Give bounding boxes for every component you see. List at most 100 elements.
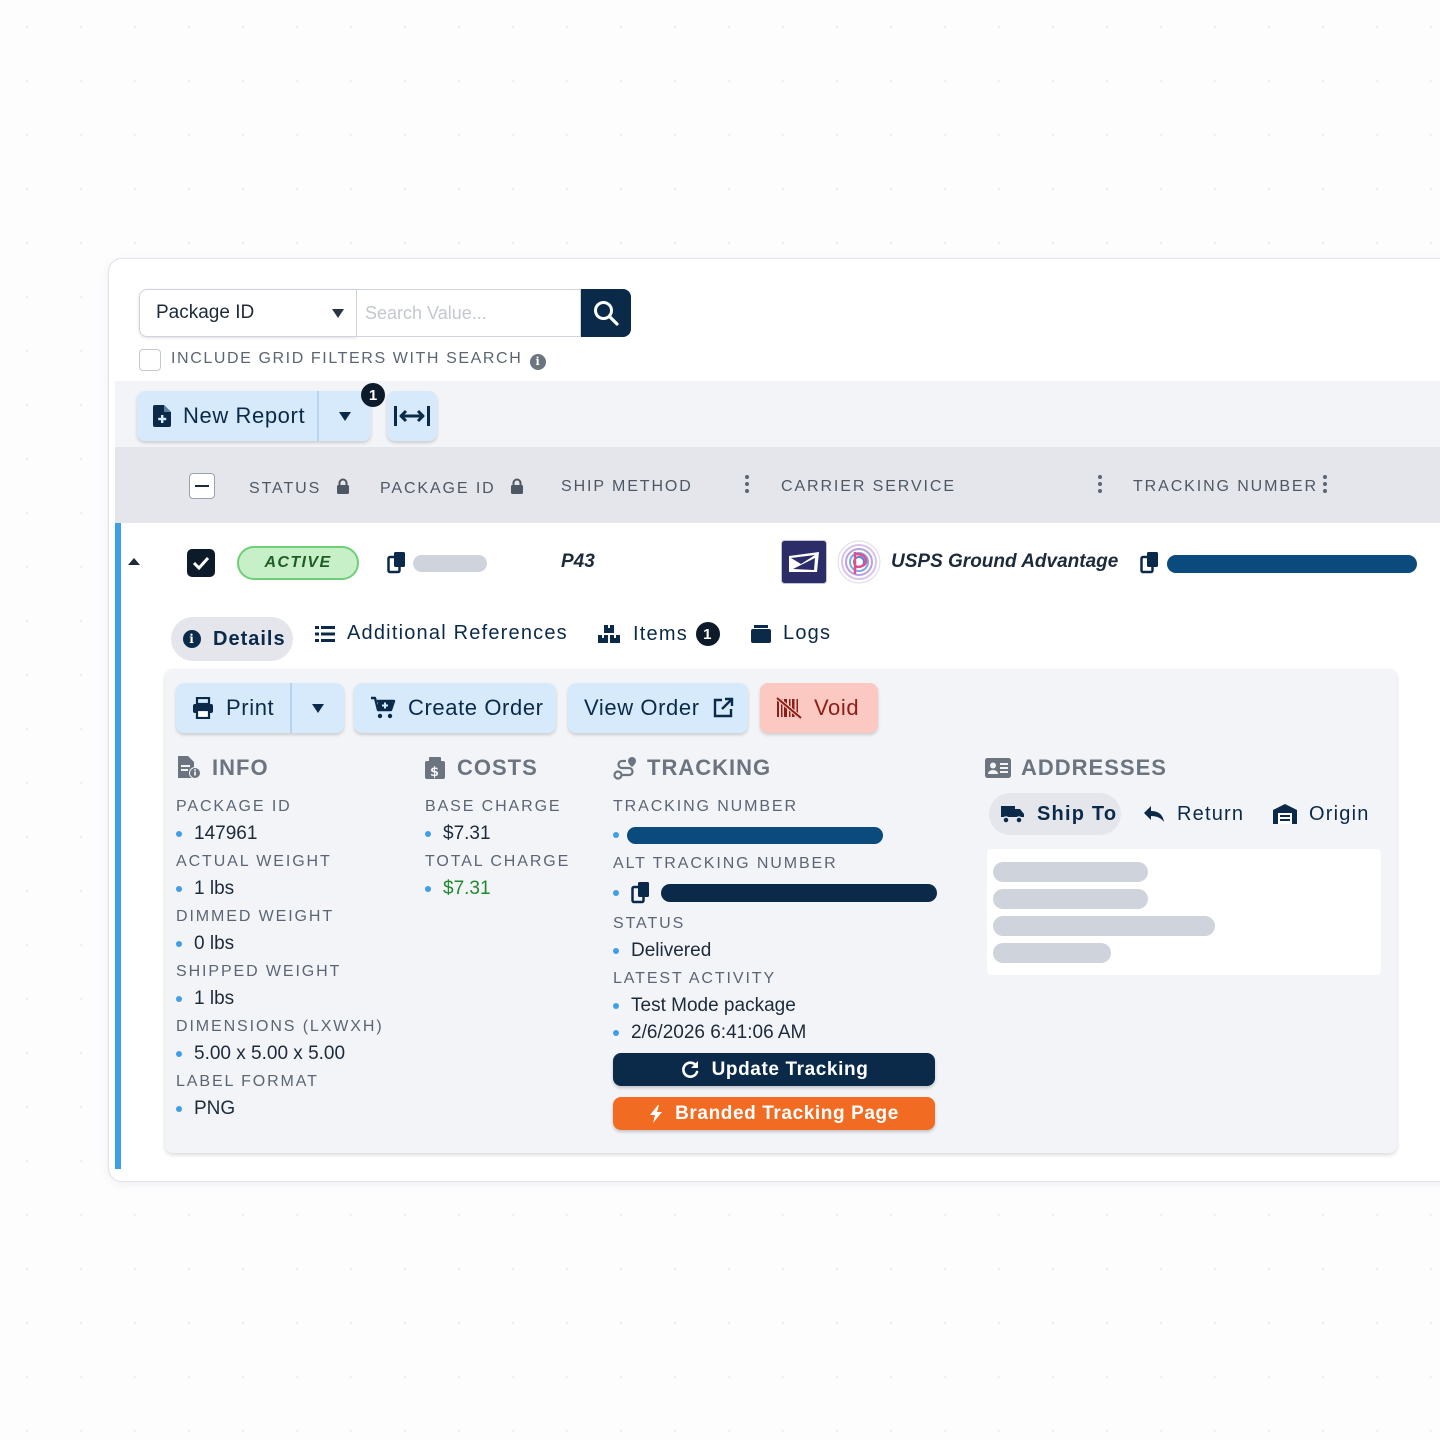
tab-origin-label: Origin xyxy=(1309,802,1370,825)
info-label-dimensions: DIMENSIONS (LXWXH) xyxy=(176,1018,384,1035)
column-header-tracking-number[interactable]: TRACKING NUMBER xyxy=(1133,478,1318,496)
tab-logs-label: Logs xyxy=(783,622,832,644)
tab-details-label: Details xyxy=(213,627,286,650)
new-report-button[interactable]: New Report xyxy=(137,391,319,441)
column-menu-icon[interactable] xyxy=(1323,475,1327,493)
tracking-section-title: TRACKING xyxy=(613,755,771,781)
address-line-placeholder xyxy=(993,889,1148,909)
carrier-service-value: USPS Ground Advantage xyxy=(891,551,1119,572)
alt-tracking-number-link[interactable] xyxy=(661,884,937,902)
new-report-split-button: New Report xyxy=(137,391,371,441)
info-section-title: INFO xyxy=(176,755,269,781)
status-badge: ACTIVE xyxy=(237,546,359,580)
info-icon: i xyxy=(183,630,201,648)
info-value-package-id: 147961 xyxy=(176,823,257,845)
addresses-title-text: ADDRESSES xyxy=(1021,755,1167,780)
tracking-label-latest-activity: LATEST ACTIVITY xyxy=(613,970,777,987)
info-title-text: INFO xyxy=(212,755,269,780)
arrows-expand-horizontal-icon xyxy=(394,406,430,426)
lock-icon xyxy=(510,478,523,494)
printer-icon xyxy=(193,697,213,719)
column-header-package-id[interactable]: PACKAGE ID xyxy=(380,478,524,498)
carrier-service-logo xyxy=(837,540,881,584)
info-value-label-format: PNG xyxy=(176,1098,235,1120)
include-filters-checkbox[interactable] xyxy=(139,349,161,371)
lock-icon xyxy=(336,478,349,494)
search-field-select-value: Package ID xyxy=(156,302,255,323)
costs-section-title: $ COSTS xyxy=(425,755,538,781)
caret-down-icon xyxy=(339,411,351,421)
tab-ship-to[interactable]: Ship To xyxy=(989,793,1121,835)
column-header-status-label: STATUS xyxy=(249,480,322,497)
cart-plus-icon xyxy=(371,696,396,719)
svg-text:$: $ xyxy=(430,765,440,779)
copy-icon[interactable] xyxy=(387,551,407,575)
include-filters-text: INCLUDE GRID FILTERS WITH SEARCH xyxy=(171,350,523,367)
view-order-button[interactable]: View Order xyxy=(568,683,748,733)
include-filters-label: INCLUDE GRID FILTERS WITH SEARCH i xyxy=(171,350,547,370)
column-menu-icon[interactable] xyxy=(745,475,749,493)
collapse-row-icon[interactable] xyxy=(127,557,141,567)
column-header-status[interactable]: STATUS xyxy=(249,478,350,498)
address-line-placeholder xyxy=(993,916,1215,936)
tab-return[interactable]: Return xyxy=(1143,793,1244,835)
info-label-dimmed-weight: DIMMED WEIGHT xyxy=(176,908,335,925)
copy-icon[interactable] xyxy=(631,881,651,905)
tab-additional-references[interactable]: Additional References xyxy=(315,622,568,645)
column-header-ship-method[interactable]: SHIP METHOD xyxy=(561,478,693,496)
info-icon[interactable]: i xyxy=(530,353,547,370)
costs-title-text: COSTS xyxy=(457,755,538,780)
receipt-dollar-icon: $ xyxy=(425,757,445,779)
search-input[interactable] xyxy=(357,289,581,337)
costs-label-total-charge: TOTAL CHARGE xyxy=(425,853,571,870)
tab-additional-references-label: Additional References xyxy=(347,622,568,644)
barcode-slash-icon xyxy=(776,697,802,719)
address-card-icon xyxy=(985,758,1011,778)
search-icon xyxy=(594,301,619,326)
create-order-label: Create Order xyxy=(408,695,544,720)
package-id-placeholder xyxy=(413,555,487,572)
file-info-icon xyxy=(178,756,201,779)
copy-icon[interactable] xyxy=(1140,551,1160,575)
column-header-carrier-service[interactable]: CARRIER SERVICE xyxy=(781,478,956,496)
tracking-value-latest-activity: Test Mode package xyxy=(613,995,796,1017)
bullet xyxy=(613,832,619,838)
usps-logo xyxy=(781,540,827,584)
logs-icon xyxy=(751,624,771,643)
info-value-shipped-weight: 1 lbs xyxy=(176,988,234,1010)
address-line-placeholder xyxy=(993,943,1111,963)
void-label: Void xyxy=(814,695,860,720)
warehouse-icon xyxy=(1273,804,1297,824)
search-button[interactable] xyxy=(581,289,631,337)
tab-origin[interactable]: Origin xyxy=(1273,793,1370,835)
update-tracking-button[interactable]: Update Tracking xyxy=(613,1053,935,1086)
branded-tracking-page-button[interactable]: Branded Tracking Page xyxy=(613,1097,935,1130)
bolt-icon xyxy=(650,1104,663,1123)
view-order-label: View Order xyxy=(584,695,700,720)
print-button[interactable]: Print xyxy=(176,683,292,733)
report-count-badge: 1 xyxy=(361,383,385,407)
caret-down-icon xyxy=(332,309,344,318)
expand-columns-button[interactable] xyxy=(387,391,437,441)
tab-items[interactable]: Items 1 xyxy=(597,622,720,646)
checkmark-icon xyxy=(192,556,210,570)
reply-icon xyxy=(1144,806,1164,822)
info-value-dimensions: 5.00 x 5.00 x 5.00 xyxy=(176,1043,345,1065)
tracking-title-text: TRACKING xyxy=(647,755,772,780)
tab-details[interactable]: i Details xyxy=(171,617,293,661)
refresh-icon xyxy=(681,1060,698,1078)
print-split-button: Print xyxy=(176,683,344,733)
tracking-number-link[interactable] xyxy=(627,827,883,844)
bullet xyxy=(613,890,619,896)
ship-method-value: P43 xyxy=(561,551,595,572)
addresses-section-title: ADDRESSES xyxy=(985,755,1167,781)
select-all-checkbox[interactable] xyxy=(189,473,215,499)
row-checkbox[interactable] xyxy=(187,549,215,577)
column-menu-icon[interactable] xyxy=(1098,475,1102,493)
print-dropdown-toggle[interactable] xyxy=(292,683,344,733)
tracking-number-link[interactable] xyxy=(1167,555,1417,573)
create-order-button[interactable]: Create Order xyxy=(354,683,556,733)
tab-logs[interactable]: Logs xyxy=(751,622,831,645)
search-field-select[interactable]: Package ID xyxy=(139,289,357,337)
void-button[interactable]: Void xyxy=(760,683,878,733)
